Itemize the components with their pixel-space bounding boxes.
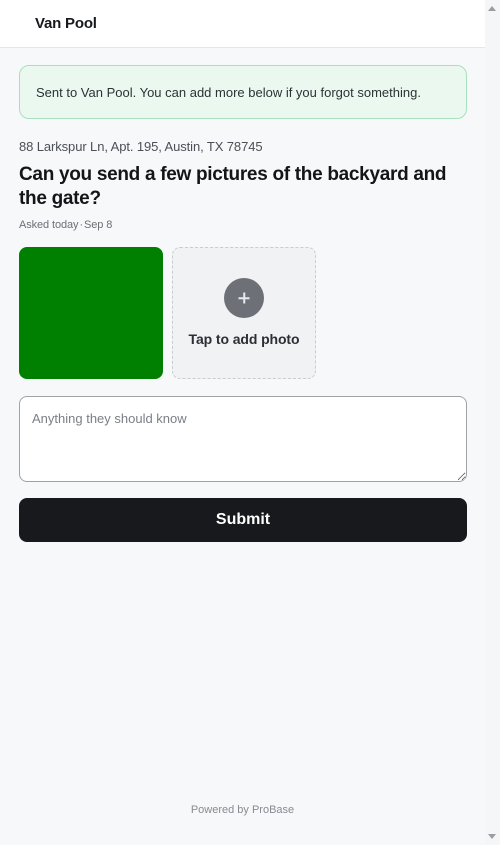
top-bar: Van Pool (0, 0, 485, 48)
page: Van Pool Sent to Van Pool. You can add m… (0, 0, 485, 845)
main-content: Sent to Van Pool. You can add more below… (0, 48, 485, 542)
scroll-down-icon[interactable] (488, 834, 496, 839)
asked-meta: Asked today·Sep 8 (19, 219, 466, 231)
success-banner-text: Sent to Van Pool. You can add more below… (36, 84, 421, 100)
viewport: Van Pool Sent to Van Pool. You can add m… (0, 0, 500, 845)
brand-name: Van Pool (35, 15, 97, 32)
notes-textarea[interactable] (19, 396, 467, 482)
asked-prefix: Asked today (19, 219, 79, 231)
add-photo-button[interactable]: Tap to add photo (172, 247, 316, 379)
submit-button[interactable]: Submit (19, 498, 467, 542)
scroll-up-icon[interactable] (488, 6, 496, 11)
photo-thumbnail[interactable] (19, 247, 163, 379)
plus-icon (224, 278, 264, 318)
question-title: Can you send a few pictures of the backy… (19, 164, 447, 209)
asked-separator: · (79, 219, 84, 231)
photo-grid: Tap to add photo (19, 247, 466, 379)
powered-by-footer: Powered by ProBase (190, 804, 295, 816)
vertical-scrollbar[interactable] (485, 0, 500, 845)
success-banner: Sent to Van Pool. You can add more below… (19, 65, 467, 119)
asked-date: Sep 8 (84, 219, 113, 231)
add-photo-label: Tap to add photo (188, 331, 300, 347)
address-line: 88 Larkspur Ln, Apt. 195, Austin, TX 787… (19, 139, 263, 154)
